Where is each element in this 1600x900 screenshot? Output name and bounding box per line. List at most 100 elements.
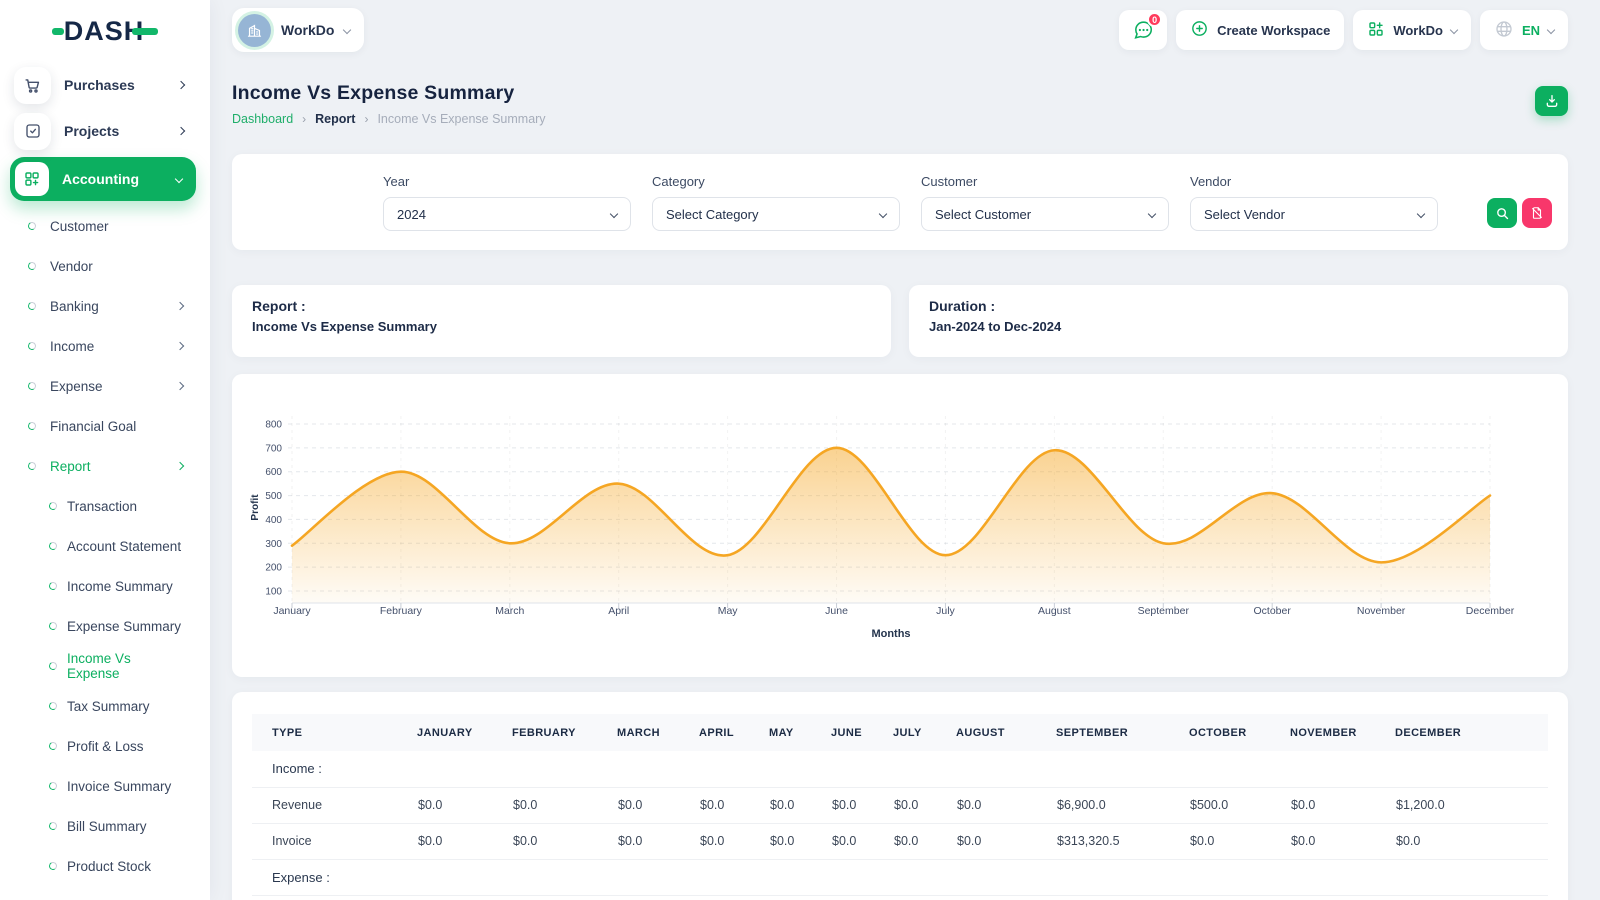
download-button[interactable] — [1535, 86, 1568, 116]
messages-button[interactable]: 0 — [1119, 10, 1167, 50]
chevron-down-icon — [1417, 210, 1425, 218]
customer-label: Customer — [921, 174, 1169, 189]
cell-value: $0.0 — [769, 823, 831, 859]
workspace-dropdown-label: WorkDo — [1393, 23, 1443, 38]
category-select[interactable]: Select Category — [652, 197, 900, 231]
bullet-icon — [48, 541, 58, 551]
sidebar-item-invoice-summary[interactable]: Invoice Summary — [0, 766, 210, 806]
cell-value: $0.0 — [699, 823, 769, 859]
sidebar-item-label: Expense — [50, 379, 163, 394]
sidebar-item-income-vs-expense[interactable]: Income Vs Expense — [0, 646, 210, 686]
svg-text:200: 200 — [265, 563, 282, 574]
sidebar-item-label: Income Vs Expense — [67, 651, 183, 681]
sidebar-item-purchases[interactable]: Purchases — [0, 62, 210, 108]
sidebar-item-label: Income Summary — [67, 579, 183, 594]
cell-value: $0.0 — [956, 823, 1056, 859]
sidebar-item-financial-goal[interactable]: Financial Goal — [0, 406, 210, 446]
sidebar-item-product-stock[interactable]: Product Stock — [0, 846, 210, 886]
create-workspace-button[interactable]: Create Workspace — [1176, 10, 1344, 50]
section-label: Income : — [252, 751, 1548, 787]
chevron-down-icon — [343, 26, 351, 34]
language-code: EN — [1522, 23, 1540, 38]
sidebar-item-report[interactable]: Report — [0, 446, 210, 486]
download-icon — [1544, 93, 1560, 109]
sidebar-item-bill-summary[interactable]: Bill Summary — [0, 806, 210, 846]
sidebar-item-cash-flow[interactable]: Cash Flow — [0, 886, 210, 900]
svg-text:400: 400 — [265, 515, 282, 526]
cell-value: $1,200.0 — [1395, 787, 1548, 823]
page-title: Income Vs Expense Summary — [232, 82, 1568, 105]
sidebar-item-profit-loss[interactable]: Profit & Loss — [0, 726, 210, 766]
column-header: MARCH — [617, 714, 699, 751]
search-button[interactable] — [1487, 198, 1517, 228]
sidebar-item-projects[interactable]: Projects — [0, 108, 210, 154]
svg-text:December: December — [1466, 605, 1515, 617]
duration-card-title: Duration : — [929, 298, 1548, 314]
sidebar-item-expense[interactable]: Expense — [0, 366, 210, 406]
sidebar-item-income[interactable]: Income — [0, 326, 210, 366]
breadcrumb-separator-icon: › — [302, 112, 306, 126]
svg-text:Months: Months — [871, 628, 910, 640]
svg-text:July: July — [936, 605, 955, 617]
svg-text:800: 800 — [265, 420, 282, 431]
sidebar-item-accounting[interactable]: Accounting — [10, 157, 196, 201]
logo[interactable]: DASH — [0, 0, 210, 62]
svg-text:September: September — [1138, 605, 1190, 617]
summary-cards: Report : Income Vs Expense Summary Durat… — [232, 285, 1568, 357]
filter-vendor: Vendor Select Vendor — [1190, 174, 1438, 250]
sidebar-item-banking[interactable]: Banking — [0, 286, 210, 326]
chevron-right-icon — [177, 127, 185, 135]
cell-value: $0.0 — [617, 787, 699, 823]
main-content: WorkDo 0 Create Workspace — [210, 0, 1600, 900]
sidebar-item-customer[interactable]: Customer — [0, 206, 210, 246]
reset-button[interactable] — [1522, 198, 1552, 228]
sidebar-item-label: Income — [50, 339, 163, 354]
app-root: DASH Purchases Projects Accounting Custo… — [0, 0, 1600, 900]
cell-value: $500.0 — [1189, 787, 1290, 823]
breadcrumb-current: Income Vs Expense Summary — [377, 112, 545, 126]
column-header: DECEMBER — [1395, 714, 1548, 751]
column-header: NOVEMBER — [1290, 714, 1395, 751]
income-vs-expense-table: TYPEJANUARYFEBRUARYMARCHAPRILMAYJUNEJULY… — [252, 714, 1548, 896]
chevron-down-icon — [1148, 210, 1156, 218]
sidebar-item-account-statement[interactable]: Account Statement — [0, 526, 210, 566]
year-select-value: 2024 — [397, 207, 426, 222]
cell-value: $0.0 — [956, 787, 1056, 823]
column-header: JUNE — [831, 714, 893, 751]
vendor-select[interactable]: Select Vendor — [1190, 197, 1438, 231]
topbar-actions: 0 Create Workspace WorkDo — [1119, 10, 1568, 50]
cell-value: $0.0 — [831, 823, 893, 859]
sidebar-item-income-summary[interactable]: Income Summary — [0, 566, 210, 606]
sidebar-item-vendor[interactable]: Vendor — [0, 246, 210, 286]
language-dropdown[interactable]: EN — [1480, 10, 1568, 50]
svg-text:January: January — [273, 605, 311, 617]
svg-text:May: May — [718, 605, 739, 617]
logo-dash-icon — [52, 28, 64, 35]
cell-value: $0.0 — [512, 823, 617, 859]
svg-text:300: 300 — [265, 539, 282, 550]
table-row: Income : — [252, 751, 1548, 787]
sidebar-item-label: Product Stock — [67, 859, 183, 874]
chevron-right-icon — [176, 302, 184, 310]
svg-text:October: October — [1254, 605, 1292, 617]
filter-year: Year 2024 — [383, 174, 631, 250]
sidebar-item-label: Customer — [50, 219, 183, 234]
breadcrumb-report-link[interactable]: Report — [315, 112, 355, 126]
cart-icon — [14, 67, 51, 104]
sidebar-item-expense-summary[interactable]: Expense Summary — [0, 606, 210, 646]
workspace-dropdown[interactable]: WorkDo — [1353, 10, 1471, 50]
vendor-select-value: Select Vendor — [1204, 207, 1285, 222]
breadcrumb-dashboard-link[interactable]: Dashboard — [232, 112, 293, 126]
year-select[interactable]: 2024 — [383, 197, 631, 231]
sidebar-item-label: Tax Summary — [67, 699, 183, 714]
customer-select[interactable]: Select Customer — [921, 197, 1169, 231]
row-label: Revenue — [252, 787, 417, 823]
sidebar-item-label: Expense Summary — [67, 619, 183, 634]
cell-value: $6,900.0 — [1056, 787, 1189, 823]
chevron-down-icon — [610, 210, 618, 218]
sidebar-item-transaction[interactable]: Transaction — [0, 486, 210, 526]
plus-circle-icon — [1190, 19, 1209, 41]
sidebar-item-tax-summary[interactable]: Tax Summary — [0, 686, 210, 726]
report-card-title: Report : — [252, 298, 871, 314]
workspace-switcher[interactable]: WorkDo — [232, 8, 364, 52]
